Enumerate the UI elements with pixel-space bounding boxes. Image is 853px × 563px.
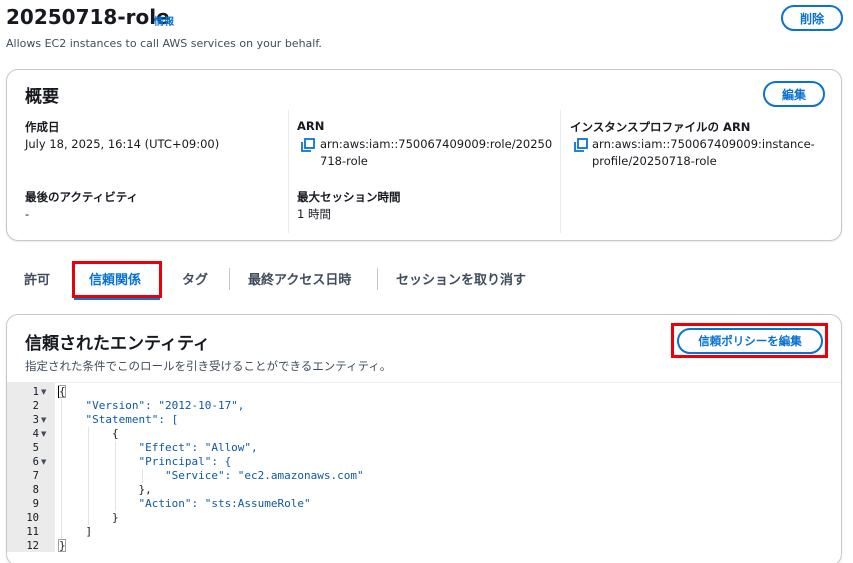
- trusted-entities-panel: 信頼されたエンティティ 指定された条件でこのロールを引き受けることができるエンテ…: [6, 314, 842, 563]
- line-number: 5: [32, 442, 39, 454]
- line-number-gutter: 1 ▼ 2 3 ▼ 4 ▼ 5 6 ▼ 7 8 9 10 11 12: [7, 383, 55, 552]
- fold-arrow-icon[interactable]: ▼: [41, 455, 46, 469]
- info-link[interactable]: 情報: [154, 13, 174, 28]
- line-number: 3: [32, 414, 39, 426]
- code-line: ]: [59, 525, 93, 538]
- line-number: 10: [26, 512, 39, 524]
- tab-tags[interactable]: タグ: [182, 258, 208, 298]
- summary-panel: 概要 編集 作成日 July 18, 2025, 16:14 (UTC+09:0…: [6, 69, 842, 241]
- policy-code-editor[interactable]: 1 ▼ 2 3 ▼ 4 ▼ 5 6 ▼ 7 8 9 10 11 12 {"Ve…: [7, 382, 841, 552]
- column-divider: [560, 110, 561, 233]
- code-line: }: [59, 539, 66, 552]
- arn-value-line1: arn:aws:iam::750067409009:role/20250: [320, 137, 553, 151]
- line-number: 4: [32, 428, 39, 440]
- column-divider: [288, 110, 289, 233]
- role-title: 20250718-role: [6, 5, 170, 29]
- code-line: "Version": "2012-10-17",: [59, 399, 245, 412]
- fold-arrow-icon[interactable]: ▼: [41, 385, 46, 399]
- edit-summary-button[interactable]: 編集: [763, 81, 825, 107]
- line-number: 7: [32, 470, 39, 482]
- copy-instance-profile-icon[interactable]: [574, 138, 588, 152]
- instance-profile-line2: profile/20250718-role: [592, 154, 717, 168]
- instance-profile-line1: arn:aws:iam::750067409009:instance-: [592, 137, 815, 151]
- line-number: 9: [32, 498, 39, 510]
- tab-revoke-sessions[interactable]: セッションを取り消す: [396, 258, 526, 298]
- line-number: 11: [26, 526, 39, 538]
- arn-value-line2: 718-role: [320, 154, 368, 168]
- created-label: 作成日: [25, 120, 60, 134]
- summary-title: 概要: [25, 87, 59, 107]
- code-line: }: [59, 511, 119, 524]
- tab-separator: [229, 268, 230, 290]
- code-content[interactable]: { "Version": "2012-10-17", "Statement": …: [55, 383, 841, 552]
- edit-button-highlight-box: [671, 323, 828, 358]
- created-value: July 18, 2025, 16:14 (UTC+09:00): [25, 137, 220, 151]
- code-line: {: [59, 427, 119, 440]
- tab-separator: [377, 268, 378, 290]
- delete-button[interactable]: 削除: [781, 5, 843, 31]
- code-line: "Action": "sts:AssumeRole": [59, 497, 311, 510]
- code-line: "Principal": {: [59, 455, 232, 468]
- code-line: "Statement": [: [59, 413, 179, 426]
- max-session-label: 最大セッション時間: [297, 190, 401, 204]
- trusted-entities-subtitle: 指定された条件でこのロールを引き受けることができるエンティティ。: [25, 359, 392, 373]
- copy-arn-icon[interactable]: [301, 138, 315, 152]
- role-description: Allows EC2 instances to call AWS service…: [6, 37, 322, 50]
- line-number: 8: [32, 484, 39, 496]
- fold-arrow-icon[interactable]: ▼: [41, 427, 46, 441]
- line-number: 2: [32, 400, 39, 412]
- arn-label: ARN: [297, 119, 325, 133]
- max-session-value: 1 時間: [297, 207, 331, 221]
- last-activity-value: -: [25, 207, 30, 221]
- code-line: },: [59, 483, 152, 496]
- last-activity-label: 最後のアクティビティ: [25, 190, 139, 204]
- code-line: "Effect": "Allow",: [59, 441, 258, 454]
- tab-last-accessed[interactable]: 最終アクセス日時: [248, 258, 351, 298]
- code-line: "Service": "ec2.amazonaws.com": [59, 469, 364, 482]
- line-number: 12: [26, 540, 39, 552]
- tab-highlight-box: [72, 261, 162, 298]
- line-number: 6: [32, 456, 39, 468]
- code-line: {: [59, 385, 66, 398]
- trusted-entities-title: 信頼されたエンティティ: [25, 334, 210, 354]
- line-number: 1: [32, 386, 39, 398]
- tab-permissions[interactable]: 許可: [24, 258, 50, 298]
- instance-profile-label: インスタンスプロファイルの ARN: [570, 120, 751, 134]
- tab-bar: 許可 信頼関係 タグ 最終アクセス日時 セッションを取り消す: [6, 258, 842, 300]
- fold-arrow-icon[interactable]: ▼: [41, 413, 46, 427]
